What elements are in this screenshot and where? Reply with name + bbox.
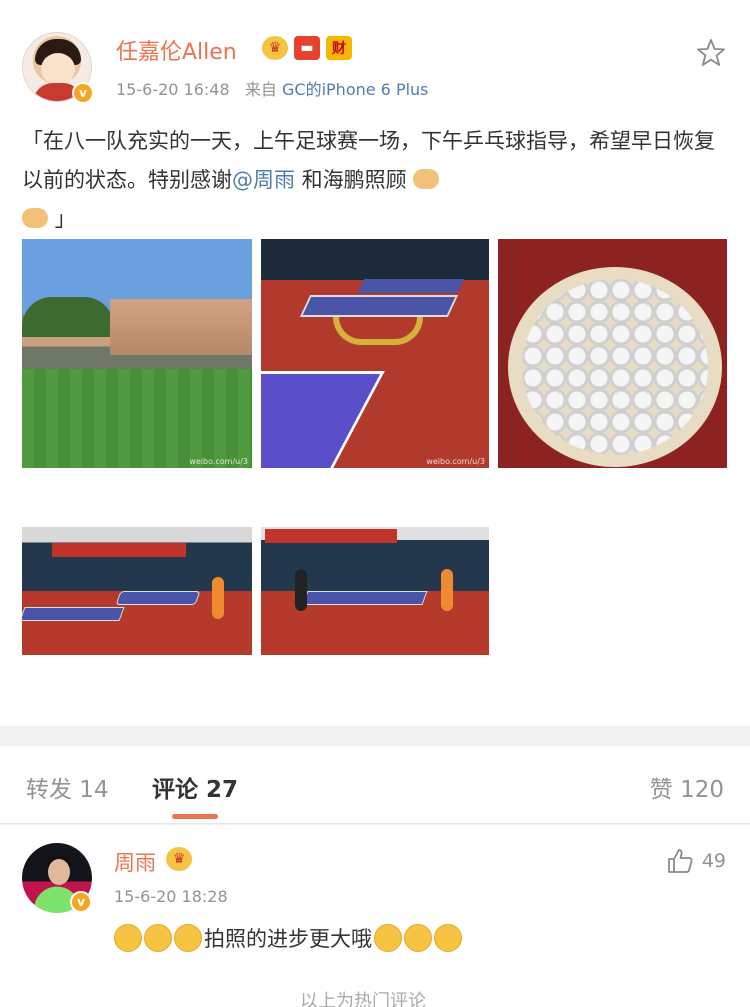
photo-banner bbox=[265, 529, 397, 543]
tab-repost[interactable]: 转发 14 bbox=[26, 770, 109, 804]
photo-grass bbox=[22, 369, 252, 468]
photo-table bbox=[302, 591, 428, 605]
photo-player bbox=[295, 569, 307, 611]
thumbs-up-icon bbox=[667, 849, 693, 873]
post-action-tabs: 转发 14 评论 27 赞 120 bbox=[0, 746, 750, 824]
post-source[interactable]: GC的iPhone 6 Plus bbox=[282, 80, 429, 99]
post-meta: 15-6-20 16:48 来自 GC的iPhone 6 Plus bbox=[116, 76, 429, 100]
crying-emoji-icon bbox=[144, 924, 172, 952]
photo-table bbox=[22, 607, 125, 621]
photo-watermark: weibo.com/u/3 bbox=[426, 457, 485, 466]
active-tab-indicator bbox=[172, 814, 218, 819]
ping-pong-balls-photo[interactable] bbox=[498, 239, 727, 468]
tab-comments[interactable]: 评论 27 bbox=[152, 770, 238, 804]
comment-body: 拍照的进步更大哦 bbox=[204, 927, 372, 951]
tab-likes[interactable]: 赞 120 bbox=[650, 770, 724, 804]
photo-table-far bbox=[357, 279, 465, 293]
avatar-face bbox=[41, 53, 75, 85]
photo-table bbox=[299, 295, 459, 317]
photo-player bbox=[441, 569, 453, 611]
photo-player bbox=[212, 577, 224, 619]
players-training-photo[interactable] bbox=[261, 527, 489, 655]
post-source-prefix: 来自 bbox=[244, 80, 277, 99]
football-field-photo[interactable]: weibo.com/u/3 bbox=[22, 239, 252, 468]
handshake-emoji-icon bbox=[22, 208, 48, 228]
photo-table-leg bbox=[333, 317, 423, 345]
commenter-name[interactable]: 周雨 bbox=[114, 847, 156, 877]
photo-banner bbox=[52, 543, 186, 557]
comment-timestamp: 15-6-20 18:28 bbox=[114, 887, 228, 906]
photo-watermark: weibo.com/u/3 bbox=[189, 457, 248, 466]
comment-text: 拍照的进步更大哦 bbox=[114, 923, 462, 953]
section-separator bbox=[0, 726, 750, 746]
crying-emoji-icon bbox=[174, 924, 202, 952]
mention-link[interactable]: @周雨 bbox=[232, 168, 295, 192]
verified-badge-icon: v bbox=[70, 891, 92, 913]
thinking-emoji-icon bbox=[374, 924, 402, 952]
crown-badge-icon[interactable]: ♛ bbox=[166, 847, 192, 871]
avatar-head bbox=[48, 859, 70, 885]
training-hall-photo[interactable] bbox=[22, 527, 252, 655]
handshake-emoji-icon bbox=[413, 169, 440, 189]
hot-comments-note: 以上为热门评论 bbox=[300, 991, 426, 1007]
author-name[interactable]: 任嘉伦Allen bbox=[116, 34, 237, 66]
red-envelope-badge-icon[interactable]: ▬ bbox=[294, 36, 320, 60]
verified-badge-icon: v bbox=[72, 82, 94, 104]
weibo-post-card: v 任嘉伦Allen ♛ ▬ 财 15-6-20 16:48 来自 GC的iPh… bbox=[0, 0, 750, 726]
post-content: 「在八一队充实的一天，上午足球赛一场，下午乒乓球指导，希望早日恢复以前的状态。特… bbox=[22, 122, 728, 239]
photo-table-near bbox=[261, 371, 385, 468]
table-tennis-table-photo[interactable]: weibo.com/u/3 bbox=[261, 239, 489, 468]
post-text-part2: 和海鹏照顾 bbox=[295, 168, 407, 192]
post-timestamp: 15-6-20 16:48 bbox=[116, 80, 230, 99]
author-badges: ♛ ▬ 财 bbox=[262, 36, 352, 60]
post-text-end: 」 bbox=[54, 207, 76, 231]
crown-badge-icon[interactable]: ♛ bbox=[262, 36, 288, 60]
comment-like-button[interactable]: 49 bbox=[666, 847, 726, 875]
crying-emoji-icon bbox=[114, 924, 142, 952]
comment-like-count: 49 bbox=[701, 850, 726, 872]
comment-item: v 周雨 ♛ 15-6-20 18:28 拍照的进步更大哦 49 以上为热门评论 bbox=[0, 825, 750, 1007]
photo-building bbox=[110, 299, 252, 355]
thinking-emoji-icon bbox=[434, 924, 462, 952]
photo-table bbox=[115, 591, 201, 605]
photo-balls bbox=[522, 279, 708, 455]
photo-trees bbox=[22, 297, 114, 337]
favorite-star-icon[interactable] bbox=[696, 38, 726, 68]
thinking-emoji-icon bbox=[404, 924, 432, 952]
wealth-badge-icon[interactable]: 财 bbox=[326, 36, 352, 60]
